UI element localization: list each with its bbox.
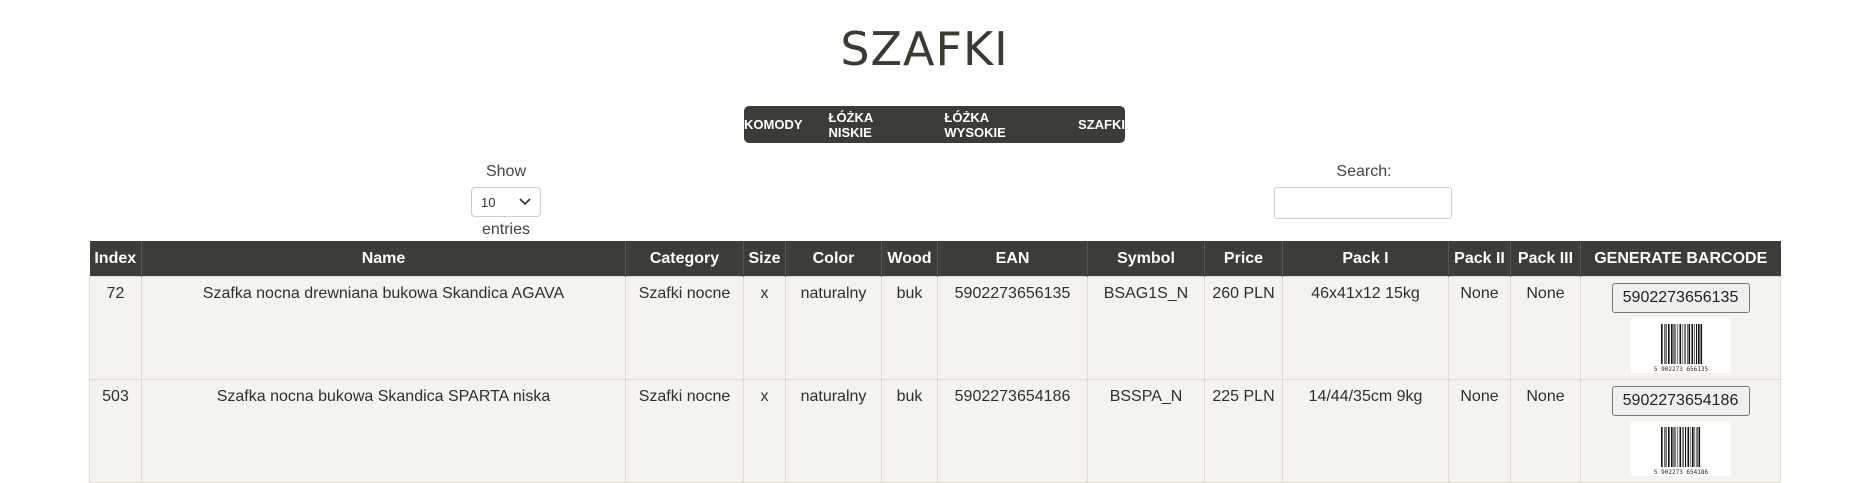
- barcode-image: 5 902273 656135: [1630, 318, 1731, 373]
- entries-length-control: Show 10 entries: [470, 163, 542, 239]
- cell-price: 225 PLN: [1204, 379, 1283, 483]
- show-label: Show: [485, 163, 527, 180]
- table-header-row: Index Name Category Size Color Wood EAN …: [89, 241, 1781, 277]
- search-input[interactable]: [1274, 187, 1452, 219]
- nav-item-komody[interactable]: KOMODY: [744, 117, 803, 132]
- cell-pack-3: None: [1510, 276, 1581, 380]
- nav-item-lozka-niskie[interactable]: ŁÓŻKA NISKIE: [829, 110, 919, 140]
- nav-item-lozka-wysokie[interactable]: ŁÓŻKA WYSOKIE: [944, 110, 1052, 140]
- barcode-caption: 5 902273 654186: [1653, 469, 1708, 476]
- column-header-pack-2[interactable]: Pack II: [1448, 241, 1511, 277]
- column-header-price[interactable]: Price: [1204, 241, 1283, 277]
- cell-color: naturalny: [785, 379, 882, 483]
- cell-size: x: [743, 276, 786, 380]
- cell-price: 260 PLN: [1204, 276, 1283, 380]
- cell-wood: buk: [881, 276, 938, 380]
- barcode-caption: 5 902273 656135: [1653, 366, 1708, 373]
- page-title: SZAFKI: [840, 22, 1009, 76]
- barcode-bars: [1660, 324, 1702, 364]
- column-header-size[interactable]: Size: [743, 241, 786, 277]
- barcode-image: 5 902273 654186: [1630, 421, 1731, 476]
- cell-name: Szafka nocna bukowa Skandica SPARTA nisk…: [141, 379, 626, 483]
- column-header-generate-barcode: GENERATE BARCODE: [1580, 241, 1781, 277]
- nav-item-szafki[interactable]: SZAFKI: [1078, 117, 1125, 132]
- cell-symbol: BSSPA_N: [1087, 379, 1205, 483]
- cell-category: Szafki nocne: [625, 276, 744, 380]
- cell-pack-1: 14/44/35cm 9kg: [1282, 379, 1449, 483]
- cell-pack-3: None: [1510, 379, 1581, 483]
- cell-ean: 5902273654186: [937, 379, 1088, 483]
- column-header-color[interactable]: Color: [785, 241, 882, 277]
- products-table: Index Name Category Size Color Wood EAN …: [89, 241, 1781, 483]
- column-header-symbol[interactable]: Symbol: [1087, 241, 1205, 277]
- table-row: 503 Szafka nocna bukowa Skandica SPARTA …: [89, 379, 1781, 483]
- cell-size: x: [743, 379, 786, 483]
- column-header-index[interactable]: Index: [89, 241, 142, 277]
- cell-pack-2: None: [1448, 276, 1511, 380]
- column-header-ean[interactable]: EAN: [937, 241, 1088, 277]
- cell-color: naturalny: [785, 276, 882, 380]
- cell-generate-barcode: 5902273656135 5 902273 656135: [1580, 276, 1781, 380]
- cell-wood: buk: [881, 379, 938, 483]
- cell-index: 72: [89, 276, 142, 380]
- entries-label: entries: [481, 221, 531, 238]
- cell-index: 503: [89, 379, 142, 483]
- search-control: Search:: [1274, 163, 1454, 219]
- search-label: Search:: [1336, 163, 1392, 180]
- generate-barcode-button[interactable]: 5902273654186: [1611, 386, 1750, 416]
- table-row: 72 Szafka nocna drewniana bukowa Skandic…: [89, 276, 1781, 380]
- cell-symbol: BSAG1S_N: [1087, 276, 1205, 380]
- cell-category: Szafki nocne: [625, 379, 744, 483]
- category-nav: KOMODY ŁÓŻKA NISKIE ŁÓŻKA WYSOKIE SZAFKI: [744, 106, 1125, 143]
- cell-pack-2: None: [1448, 379, 1511, 483]
- barcode-bars: [1660, 427, 1700, 467]
- cell-ean: 5902273656135: [937, 276, 1088, 380]
- generate-barcode-button[interactable]: 5902273656135: [1611, 283, 1750, 313]
- column-header-name[interactable]: Name: [141, 241, 626, 277]
- entries-select-value: 10: [481, 194, 496, 210]
- chevron-down-icon: [519, 198, 531, 206]
- column-header-category[interactable]: Category: [625, 241, 744, 277]
- entries-select[interactable]: 10: [471, 187, 541, 217]
- cell-name: Szafka nocna drewniana bukowa Skandica A…: [141, 276, 626, 380]
- cell-pack-1: 46x41x12 15kg: [1282, 276, 1449, 380]
- cell-generate-barcode: 5902273654186 5 902273 654186: [1580, 379, 1781, 483]
- column-header-wood[interactable]: Wood: [881, 241, 938, 277]
- column-header-pack-1[interactable]: Pack I: [1282, 241, 1449, 277]
- column-header-pack-3[interactable]: Pack III: [1510, 241, 1581, 277]
